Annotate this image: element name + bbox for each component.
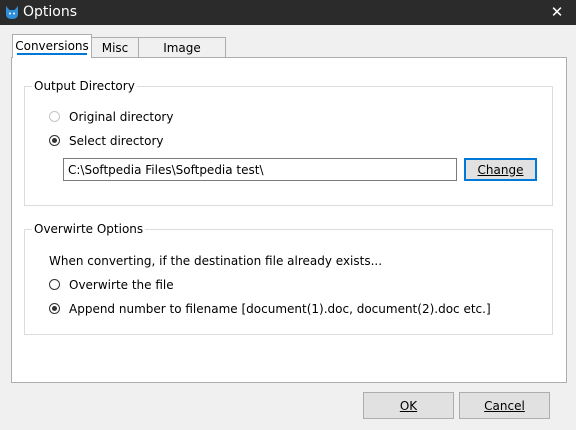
radio-indicator (49, 111, 60, 122)
conversions-panel: Output Directory Original directory Sele… (11, 57, 567, 383)
ok-button-label: OK (399, 398, 418, 413)
cancel-button[interactable]: Cancel (459, 392, 550, 419)
tab-misc[interactable]: Misc (91, 37, 139, 57)
tab-image-options[interactable]: Image Options (138, 37, 226, 75)
radio-indicator (49, 279, 60, 290)
radio-indicator (49, 135, 60, 146)
cat-app-icon (6, 6, 18, 19)
radio-indicator (49, 303, 60, 314)
radio-label: Append number to filename [document(1).d… (69, 302, 491, 316)
tab-label: Conversions (15, 39, 89, 53)
radio-label: Select directory (69, 134, 164, 148)
close-button[interactable]: ✕ (538, 0, 576, 25)
radio-label: Original directory (69, 110, 174, 124)
overwrite-options-legend: Overwirte Options (32, 222, 146, 236)
output-directory-group: Output Directory Original directory Sele… (24, 79, 553, 206)
radio-label: Overwirte the file (69, 278, 174, 292)
title-bar: Options ✕ (0, 0, 576, 25)
overwrite-prompt: When converting, if the destination file… (49, 254, 383, 268)
directory-path-input[interactable] (63, 158, 457, 181)
tab-conversions[interactable]: Conversions (12, 34, 92, 58)
overwrite-options-group: Overwirte Options When converting, if th… (24, 222, 553, 335)
ok-button[interactable]: OK (363, 392, 454, 419)
window-title: Options (23, 4, 78, 20)
change-button[interactable]: Change (464, 158, 537, 181)
output-directory-legend: Output Directory (32, 79, 137, 93)
cancel-button-label: Cancel (484, 398, 525, 413)
close-icon: ✕ (550, 3, 564, 21)
change-button-label: Change (477, 162, 524, 177)
tab-label: Misc (101, 41, 129, 55)
